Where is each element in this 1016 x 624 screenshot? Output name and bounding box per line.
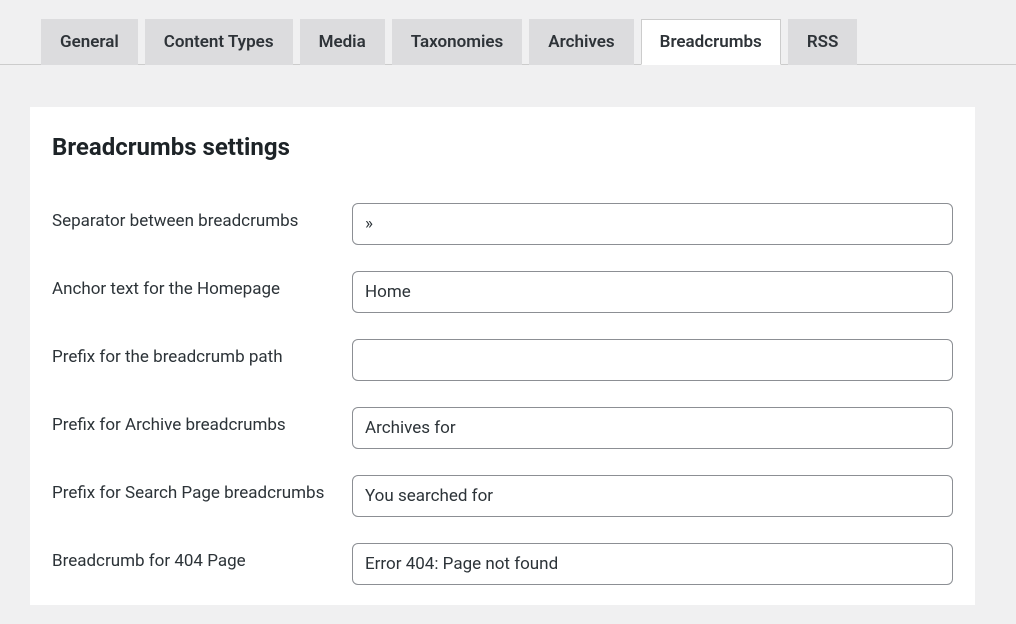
field-row-404: Breadcrumb for 404 Page [52, 543, 953, 585]
field-row-homepage-anchor: Anchor text for the Homepage [52, 271, 953, 313]
panel-heading: Breadcrumbs settings [52, 133, 953, 161]
settings-panel: Breadcrumbs settings Separator between b… [30, 107, 975, 605]
input-archive-prefix[interactable] [352, 407, 953, 449]
input-separator[interactable] [352, 203, 953, 245]
field-row-separator: Separator between breadcrumbs [52, 203, 953, 245]
label-404: Breadcrumb for 404 Page [52, 543, 352, 573]
field-row-search-prefix: Prefix for Search Page breadcrumbs [52, 475, 953, 517]
input-search-prefix[interactable] [352, 475, 953, 517]
tab-general[interactable]: General [41, 19, 138, 65]
label-search-prefix: Prefix for Search Page breadcrumbs [52, 475, 352, 505]
tabs-nav: General Content Types Media Taxonomies A… [0, 0, 1016, 65]
tab-taxonomies[interactable]: Taxonomies [392, 19, 523, 65]
tab-content-types[interactable]: Content Types [145, 19, 293, 65]
label-homepage-anchor: Anchor text for the Homepage [52, 271, 352, 301]
label-archive-prefix: Prefix for Archive breadcrumbs [52, 407, 352, 437]
field-row-path-prefix: Prefix for the breadcrumb path [52, 339, 953, 381]
input-path-prefix[interactable] [352, 339, 953, 381]
tab-archives[interactable]: Archives [529, 19, 633, 65]
tab-breadcrumbs[interactable]: Breadcrumbs [641, 19, 781, 65]
tab-rss[interactable]: RSS [788, 19, 858, 65]
tab-media[interactable]: Media [300, 19, 385, 65]
label-separator: Separator between breadcrumbs [52, 203, 352, 233]
input-404[interactable] [352, 543, 953, 585]
label-path-prefix: Prefix for the breadcrumb path [52, 339, 352, 369]
field-row-archive-prefix: Prefix for Archive breadcrumbs [52, 407, 953, 449]
input-homepage-anchor[interactable] [352, 271, 953, 313]
